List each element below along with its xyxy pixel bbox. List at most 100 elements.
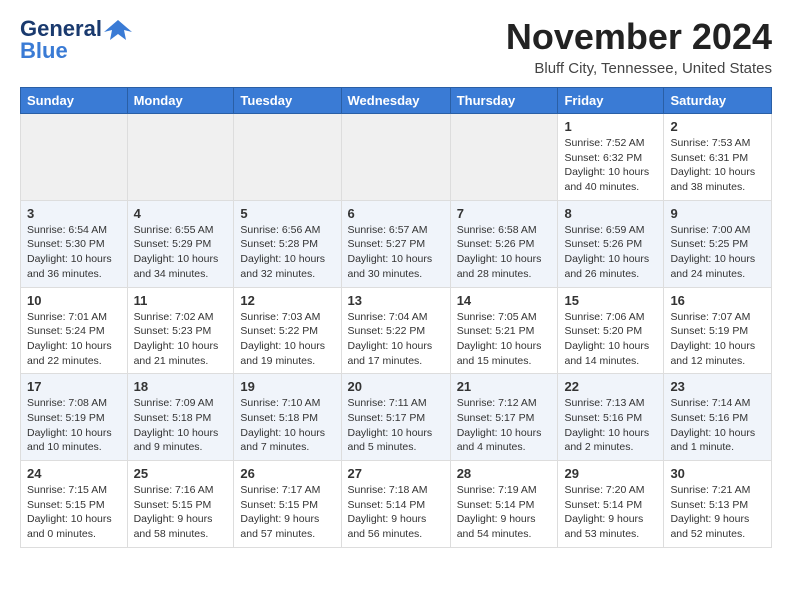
weekday-header-row: SundayMondayTuesdayWednesdayThursdayFrid…	[21, 88, 772, 114]
day-number: 3	[27, 206, 121, 221]
day-info: Sunrise: 7:09 AMSunset: 5:18 PMDaylight:…	[134, 396, 228, 455]
calendar-day-cell: 12 Sunrise: 7:03 AMSunset: 5:22 PMDayligh…	[234, 287, 341, 374]
calendar-day-cell: 28Sunrise: 7:19 AMSunset: 5:14 PMDayligh…	[450, 461, 558, 548]
calendar-day-cell: 16 Sunrise: 7:07 AMSunset: 5:19 PMDayligh…	[664, 287, 772, 374]
day-info: Sunrise: 7:07 AMSunset: 5:19 PMDaylight:…	[670, 310, 765, 369]
page-header: General Blue November 2024 Bluff City, T…	[20, 16, 772, 77]
weekday-header-sunday: Sunday	[21, 88, 128, 114]
day-info: Sunrise: 7:14 AMSunset: 5:16 PMDaylight:…	[670, 396, 765, 455]
day-number: 27	[348, 466, 444, 481]
day-number: 19	[240, 379, 334, 394]
day-info: Sunrise: 6:54 AMSunset: 5:30 PMDaylight:…	[27, 223, 121, 282]
day-info: Sunrise: 6:57 AMSunset: 5:27 PMDaylight:…	[348, 223, 444, 282]
day-info: Sunrise: 7:18 AMSunset: 5:14 PMDaylight:…	[348, 483, 444, 542]
day-number: 1	[564, 119, 657, 134]
day-info: Sunrise: 7:12 AMSunset: 5:17 PMDaylight:…	[457, 396, 552, 455]
day-number: 6	[348, 206, 444, 221]
calendar-day-cell: 7Sunrise: 6:58 AMSunset: 5:26 PMDaylight…	[450, 200, 558, 287]
day-number: 11	[134, 293, 228, 308]
day-number: 22	[564, 379, 657, 394]
calendar-day-cell: 2 Sunrise: 7:53 AMSunset: 6:31 PMDaylight…	[664, 114, 772, 201]
weekday-header-tuesday: Tuesday	[234, 88, 341, 114]
calendar-day-cell: 6 Sunrise: 6:57 AMSunset: 5:27 PMDaylight…	[341, 200, 450, 287]
calendar-day-cell: 14Sunrise: 7:05 AMSunset: 5:21 PMDayligh…	[450, 287, 558, 374]
day-info: Sunrise: 6:56 AMSunset: 5:28 PMDaylight:…	[240, 223, 334, 282]
day-number: 28	[457, 466, 552, 481]
day-info: Sunrise: 7:02 AMSunset: 5:23 PMDaylight:…	[134, 310, 228, 369]
calendar-day-cell: 4 Sunrise: 6:55 AMSunset: 5:29 PMDaylight…	[127, 200, 234, 287]
day-number: 9	[670, 206, 765, 221]
calendar-day-cell: 18 Sunrise: 7:09 AMSunset: 5:18 PMDayligh…	[127, 374, 234, 461]
day-number: 23	[670, 379, 765, 394]
day-number: 30	[670, 466, 765, 481]
day-number: 25	[134, 466, 228, 481]
calendar-day-cell: 26Sunrise: 7:17 AMSunset: 5:15 PMDayligh…	[234, 461, 341, 548]
day-info: Sunrise: 7:06 AMSunset: 5:20 PMDaylight:…	[564, 310, 657, 369]
calendar-day-cell: 19 Sunrise: 7:10 AMSunset: 5:18 PMDayligh…	[234, 374, 341, 461]
calendar-day-cell: 10Sunrise: 7:01 AMSunset: 5:24 PMDayligh…	[21, 287, 128, 374]
day-info: Sunrise: 7:04 AMSunset: 5:22 PMDaylight:…	[348, 310, 444, 369]
day-number: 17	[27, 379, 121, 394]
month-title: November 2024	[506, 16, 772, 58]
day-info: Sunrise: 7:21 AMSunset: 5:13 PMDaylight:…	[670, 483, 765, 542]
logo-bird-icon	[104, 18, 132, 40]
day-info: Sunrise: 7:20 AMSunset: 5:14 PMDaylight:…	[564, 483, 657, 542]
day-number: 2	[670, 119, 765, 134]
day-number: 8	[564, 206, 657, 221]
weekday-header-wednesday: Wednesday	[341, 88, 450, 114]
day-info: Sunrise: 6:58 AMSunset: 5:26 PMDaylight:…	[457, 223, 552, 282]
day-number: 15	[564, 293, 657, 308]
calendar-week-row: 24Sunrise: 7:15 AMSunset: 5:15 PMDayligh…	[21, 461, 772, 548]
day-info: Sunrise: 7:52 AMSunset: 6:32 PMDaylight:…	[564, 136, 657, 195]
day-info: Sunrise: 7:00 AMSunset: 5:25 PMDaylight:…	[670, 223, 765, 282]
day-number: 10	[27, 293, 121, 308]
day-info: Sunrise: 7:16 AMSunset: 5:15 PMDaylight:…	[134, 483, 228, 542]
title-block: November 2024 Bluff City, Tennessee, Uni…	[506, 16, 772, 77]
weekday-header-monday: Monday	[127, 88, 234, 114]
location-subtitle: Bluff City, Tennessee, United States	[506, 60, 772, 77]
calendar-day-cell: 27 Sunrise: 7:18 AMSunset: 5:14 PMDayligh…	[341, 461, 450, 548]
calendar-day-cell	[341, 114, 450, 201]
calendar-day-cell: 23 Sunrise: 7:14 AMSunset: 5:16 PMDayligh…	[664, 374, 772, 461]
calendar-day-cell: 11 Sunrise: 7:02 AMSunset: 5:23 PMDayligh…	[127, 287, 234, 374]
calendar-day-cell: 21 Sunrise: 7:12 AMSunset: 5:17 PMDayligh…	[450, 374, 558, 461]
calendar-day-cell: 17 Sunrise: 7:08 AMSunset: 5:19 PMDayligh…	[21, 374, 128, 461]
day-number: 13	[348, 293, 444, 308]
calendar-week-row: 1 Sunrise: 7:52 AMSunset: 6:32 PMDaylight…	[21, 114, 772, 201]
calendar-day-cell: 25 Sunrise: 7:16 AMSunset: 5:15 PMDayligh…	[127, 461, 234, 548]
calendar-day-cell: 3 Sunrise: 6:54 AMSunset: 5:30 PMDaylight…	[21, 200, 128, 287]
day-number: 16	[670, 293, 765, 308]
day-info: Sunrise: 7:03 AMSunset: 5:22 PMDaylight:…	[240, 310, 334, 369]
day-number: 24	[27, 466, 121, 481]
calendar-day-cell: 9 Sunrise: 7:00 AMSunset: 5:25 PMDaylight…	[664, 200, 772, 287]
day-info: Sunrise: 7:53 AMSunset: 6:31 PMDaylight:…	[670, 136, 765, 195]
day-info: Sunrise: 7:05 AMSunset: 5:21 PMDaylight:…	[457, 310, 552, 369]
day-info: Sunrise: 7:08 AMSunset: 5:19 PMDaylight:…	[27, 396, 121, 455]
weekday-header-thursday: Thursday	[450, 88, 558, 114]
day-info: Sunrise: 6:59 AMSunset: 5:26 PMDaylight:…	[564, 223, 657, 282]
calendar-day-cell: 8 Sunrise: 6:59 AMSunset: 5:26 PMDaylight…	[558, 200, 664, 287]
calendar-day-cell: 1 Sunrise: 7:52 AMSunset: 6:32 PMDaylight…	[558, 114, 664, 201]
day-info: Sunrise: 7:11 AMSunset: 5:17 PMDaylight:…	[348, 396, 444, 455]
calendar-day-cell: 20Sunrise: 7:11 AMSunset: 5:17 PMDayligh…	[341, 374, 450, 461]
calendar-day-cell: 24Sunrise: 7:15 AMSunset: 5:15 PMDayligh…	[21, 461, 128, 548]
calendar-day-cell	[21, 114, 128, 201]
calendar-day-cell	[234, 114, 341, 201]
day-info: Sunrise: 6:55 AMSunset: 5:29 PMDaylight:…	[134, 223, 228, 282]
calendar-day-cell: 30 Sunrise: 7:21 AMSunset: 5:13 PMDayligh…	[664, 461, 772, 548]
calendar-table: SundayMondayTuesdayWednesdayThursdayFrid…	[20, 87, 772, 548]
day-number: 4	[134, 206, 228, 221]
day-number: 18	[134, 379, 228, 394]
calendar-day-cell	[127, 114, 234, 201]
day-info: Sunrise: 7:17 AMSunset: 5:15 PMDaylight:…	[240, 483, 334, 542]
day-number: 21	[457, 379, 552, 394]
day-info: Sunrise: 7:10 AMSunset: 5:18 PMDaylight:…	[240, 396, 334, 455]
logo-blue: Blue	[20, 38, 68, 64]
day-number: 29	[564, 466, 657, 481]
day-info: Sunrise: 7:13 AMSunset: 5:16 PMDaylight:…	[564, 396, 657, 455]
calendar-week-row: 10Sunrise: 7:01 AMSunset: 5:24 PMDayligh…	[21, 287, 772, 374]
day-number: 5	[240, 206, 334, 221]
calendar-week-row: 3 Sunrise: 6:54 AMSunset: 5:30 PMDaylight…	[21, 200, 772, 287]
day-number: 12	[240, 293, 334, 308]
calendar-day-cell: 22 Sunrise: 7:13 AMSunset: 5:16 PMDayligh…	[558, 374, 664, 461]
